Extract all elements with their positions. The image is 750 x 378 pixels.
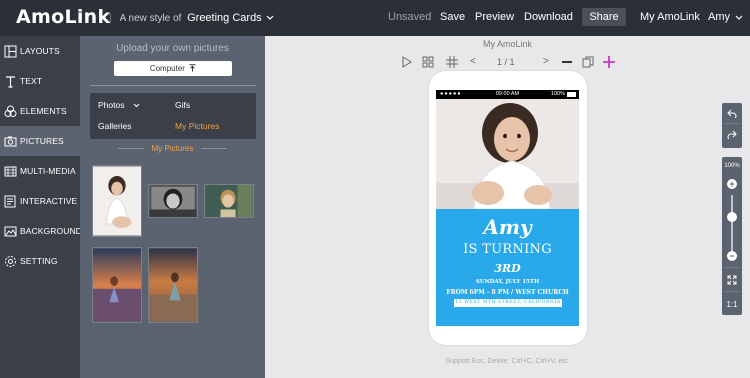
user-menu[interactable]: Amy [708,11,743,23]
sidebar-item-label: TEXT [20,76,43,86]
card-canvas[interactable]: ●●●●● 09:00 AM 100% Amy IS TURNING 3RD S… [436,90,579,326]
divider [90,85,256,86]
category-photos[interactable]: Photos [98,100,140,110]
picture-thumbnail[interactable] [92,165,142,237]
tagline-text: A new style of [119,13,182,24]
sidebar-item-interactive[interactable]: INTERACTIVE [0,186,80,216]
pictures-panel: Upload your own pictures Computer Photos… [80,36,265,378]
zoom-in-icon[interactable]: + [727,179,737,189]
sidebar-item-elements[interactable]: ELEMENTS [0,96,80,126]
interactive-icon [4,195,17,208]
sidebar-item-layouts[interactable]: LAYOUTS [0,36,80,66]
sidebar-item-label: LAYOUTS [20,46,60,56]
sidebar-item-label: BACKGROUND [20,226,82,236]
card-name[interactable]: Amy [436,215,579,239]
sidebar-item-label: PICTURES [20,136,64,146]
canvas-title: My AmoLink [482,39,533,49]
sidebar-item-label: SETTING [20,256,58,266]
divider [725,291,739,292]
card-age[interactable]: 3RD [436,262,579,275]
picture-thumbnail[interactable] [148,184,198,218]
actual-size-button[interactable]: 1:1 [722,294,742,314]
card-type-label: Greeting Cards [187,12,262,24]
download-button[interactable]: Download [524,11,573,23]
multimedia-icon [4,165,17,178]
top-bar: AmoLink | A new style of Greeting Cards U… [0,0,750,36]
upload-computer-button[interactable]: Computer [114,61,232,76]
category-gifs[interactable]: Gifs [175,100,190,110]
sidebar: LAYOUTS TEXT ELEMENTS PICTURES MULTI-MED… [0,36,82,378]
divider [725,267,739,268]
my-amolink-link[interactable]: My AmoLink [640,11,700,23]
my-pictures-heading-label: My Pictures [151,144,194,153]
chevron-down-icon [735,15,743,20]
upload-computer-label: Computer [149,64,185,73]
category-my-pictures[interactable]: My Pictures [175,121,219,131]
undo-redo-group [722,103,742,148]
guidelines-icon[interactable] [446,56,458,68]
picture-thumbnail[interactable] [204,184,254,218]
page-indicator: 1 / 1 [497,57,515,67]
sidebar-item-background[interactable]: BACKGROUND [0,216,82,246]
chevron-down-icon [266,11,274,23]
sidebar-item-label: ELEMENTS [20,106,67,116]
category-galleries[interactable]: Galleries [98,121,132,131]
user-name: Amy [708,11,730,23]
card-time[interactable]: FROM 6PM - 8 PM / WEST CHURCH [436,289,579,296]
picture-categories: Photos Gifs Galleries My Pictures [90,93,256,139]
grid-view-icon[interactable] [422,56,434,68]
preview-button[interactable]: Preview [475,11,514,23]
elements-icon [4,105,17,118]
add-page-icon[interactable] [603,56,615,68]
background-icon [4,225,17,238]
play-icon[interactable] [401,56,413,68]
card-text-block: Amy IS TURNING 3RD SUNDAY, JULY 15TH FRO… [436,209,579,326]
card-photo[interactable] [436,99,579,209]
card-type-dropdown[interactable]: Greeting Cards [187,12,274,24]
zoom-slider-track[interactable] [731,195,733,251]
gear-icon [4,255,17,268]
redo-icon[interactable] [722,124,742,144]
remove-page-icon[interactable] [561,56,573,68]
logo[interactable]: AmoLink [16,6,110,28]
picture-thumbnail[interactable] [148,247,198,323]
next-page-icon[interactable]: > [543,56,549,67]
my-pictures-heading: My Pictures [80,144,265,153]
sidebar-item-text[interactable]: TEXT [0,66,80,96]
undo-icon[interactable] [722,103,742,123]
text-icon [4,75,17,88]
fit-screen-icon[interactable] [722,270,742,290]
card-date[interactable]: SUNDAY, JULY 15TH [436,279,579,285]
sidebar-item-pictures[interactable]: PICTURES [0,126,80,156]
battery-icon [567,92,576,97]
upload-icon [189,64,196,72]
keyboard-support-hint: Support Esc, Delete, Ctrl+C, Ctrl+V, etc… [445,358,570,365]
unsaved-status: Unsaved [388,11,432,23]
upload-title: Upload your own pictures [116,43,229,54]
card-turning[interactable]: IS TURNING [436,242,579,257]
tagline: | A new style of Greeting Cards [109,12,274,24]
card-address[interactable]: 12 WEST MTH STREET, CALIFORNIA [454,299,562,307]
copy-page-icon[interactable] [582,56,594,68]
phone-status-bar: ●●●●● 09:00 AM 100% [436,90,579,99]
chevron-down-icon [133,103,140,108]
prev-page-icon[interactable]: < [470,56,476,67]
status-battery: 100% [550,91,565,97]
sidebar-item-label: MULTI-MEDIA [20,166,76,176]
share-button[interactable]: Share [582,8,626,26]
picture-thumbnail[interactable] [92,247,142,323]
sidebar-item-multimedia[interactable]: MULTI-MEDIA [0,156,80,186]
pictures-icon [4,135,17,148]
sidebar-item-setting[interactable]: SETTING [0,246,80,276]
save-button[interactable]: Save [440,11,465,23]
category-photos-label: Photos [98,100,125,110]
zoom-slider-handle[interactable] [727,212,737,223]
sidebar-item-label: INTERACTIVE [20,196,78,206]
zoom-control: 100% + − 1:1 [722,157,742,315]
zoom-out-icon[interactable]: − [727,251,737,261]
layouts-icon [4,45,17,58]
zoom-level: 100% [724,163,740,169]
tagline-separator: | [109,13,112,24]
